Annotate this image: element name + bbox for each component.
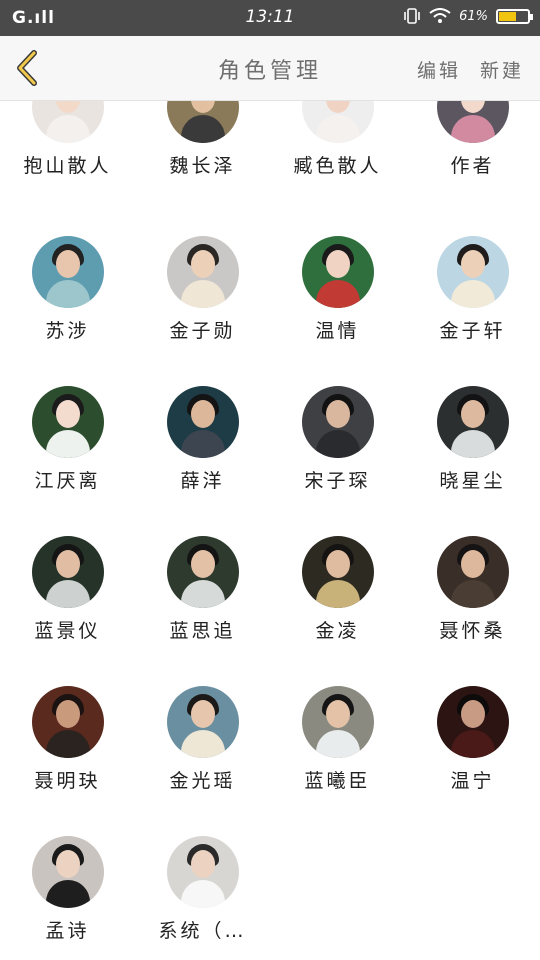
character-item[interactable]: 晓星尘	[405, 386, 540, 536]
character-name: 温宁	[450, 770, 495, 792]
character-item[interactable]: 金子勋	[135, 236, 270, 386]
status-bar: G.ıll 13:11 61%	[0, 0, 540, 36]
character-avatar[interactable]	[302, 536, 374, 608]
character-item[interactable]: 金凌	[270, 536, 405, 686]
character-avatar[interactable]	[32, 536, 104, 608]
character-item[interactable]: 系统（…	[135, 836, 270, 960]
character-name: 孟诗	[45, 920, 90, 942]
character-grid: 抱山散人 魏长泽 臧色散人 作者苏涉 金子勋 温情 金子轩江厌离 薛洋 宋子琛 晓星尘蓝景仪 蓝思追…	[0, 101, 540, 960]
character-item[interactable]: 孟诗	[0, 836, 135, 960]
character-name: 薛洋	[180, 470, 225, 492]
character-avatar[interactable]	[437, 386, 509, 458]
vibrate-icon	[404, 8, 420, 24]
character-avatar[interactable]	[32, 686, 104, 758]
character-name: 江厌离	[34, 470, 101, 492]
character-name: 金子勋	[169, 320, 236, 342]
character-name: 金凌	[315, 620, 360, 642]
character-name: 臧色散人	[293, 155, 382, 177]
character-item[interactable]: 江厌离	[0, 386, 135, 536]
character-item[interactable]: 宋子琛	[270, 386, 405, 536]
character-item[interactable]: 作者	[405, 101, 540, 221]
character-item[interactable]: 聂怀桑	[405, 536, 540, 686]
battery-level	[499, 11, 516, 21]
character-avatar[interactable]	[167, 386, 239, 458]
character-name: 作者	[450, 155, 495, 177]
character-avatar[interactable]	[167, 101, 239, 143]
character-avatar[interactable]	[302, 101, 374, 143]
character-name: 温情	[315, 320, 360, 342]
character-avatar[interactable]	[437, 236, 509, 308]
character-name: 宋子琛	[304, 470, 371, 492]
new-button[interactable]: 新建	[480, 56, 524, 83]
character-item[interactable]: 蓝景仪	[0, 536, 135, 686]
character-item[interactable]: 蓝曦臣	[270, 686, 405, 836]
character-item[interactable]: 温情	[270, 236, 405, 386]
character-item[interactable]: 臧色散人	[270, 101, 405, 221]
battery-percent: 61%	[459, 8, 488, 24]
character-name: 苏涉	[45, 320, 90, 342]
character-item[interactable]: 薛洋	[135, 386, 270, 536]
character-avatar[interactable]	[167, 536, 239, 608]
battery-icon	[496, 8, 533, 24]
character-name: 抱山散人	[23, 155, 112, 177]
character-name: 晓星尘	[439, 470, 506, 492]
character-avatar[interactable]	[302, 686, 374, 758]
character-item[interactable]: 苏涉	[0, 236, 135, 386]
character-avatar[interactable]	[437, 101, 509, 143]
character-avatar[interactable]	[167, 836, 239, 908]
wifi-icon	[429, 8, 451, 23]
character-name: 蓝景仪	[34, 620, 101, 642]
character-name: 金子轩	[439, 320, 506, 342]
character-name: 蓝曦臣	[304, 770, 371, 792]
character-item[interactable]: 金光瑶	[135, 686, 270, 836]
character-item[interactable]: 抱山散人	[0, 101, 135, 221]
character-avatar[interactable]	[32, 101, 104, 143]
character-item[interactable]: 金子轩	[405, 236, 540, 386]
character-name: 魏长泽	[169, 155, 236, 177]
character-avatar[interactable]	[32, 236, 104, 308]
character-name: 系统（…	[158, 920, 247, 942]
character-avatar[interactable]	[32, 836, 104, 908]
character-item[interactable]: 聂明玦	[0, 686, 135, 836]
character-avatar[interactable]	[437, 686, 509, 758]
character-name: 聂明玦	[34, 770, 101, 792]
character-item[interactable]: 蓝思追	[135, 536, 270, 686]
character-avatar[interactable]	[32, 386, 104, 458]
character-avatar[interactable]	[167, 686, 239, 758]
character-name: 金光瑶	[169, 770, 236, 792]
character-name: 蓝思追	[169, 620, 236, 642]
character-avatar[interactable]	[302, 236, 374, 308]
character-avatar[interactable]	[167, 236, 239, 308]
status-icons: 61%	[403, 8, 533, 24]
character-avatar[interactable]	[437, 536, 509, 608]
app-header: 角色管理 编辑 新建	[0, 36, 540, 101]
character-avatar[interactable]	[302, 386, 374, 458]
edit-button[interactable]: 编辑	[417, 56, 461, 83]
character-name: 聂怀桑	[439, 620, 506, 642]
character-item[interactable]: 温宁	[405, 686, 540, 836]
character-item[interactable]: 魏长泽	[135, 101, 270, 221]
